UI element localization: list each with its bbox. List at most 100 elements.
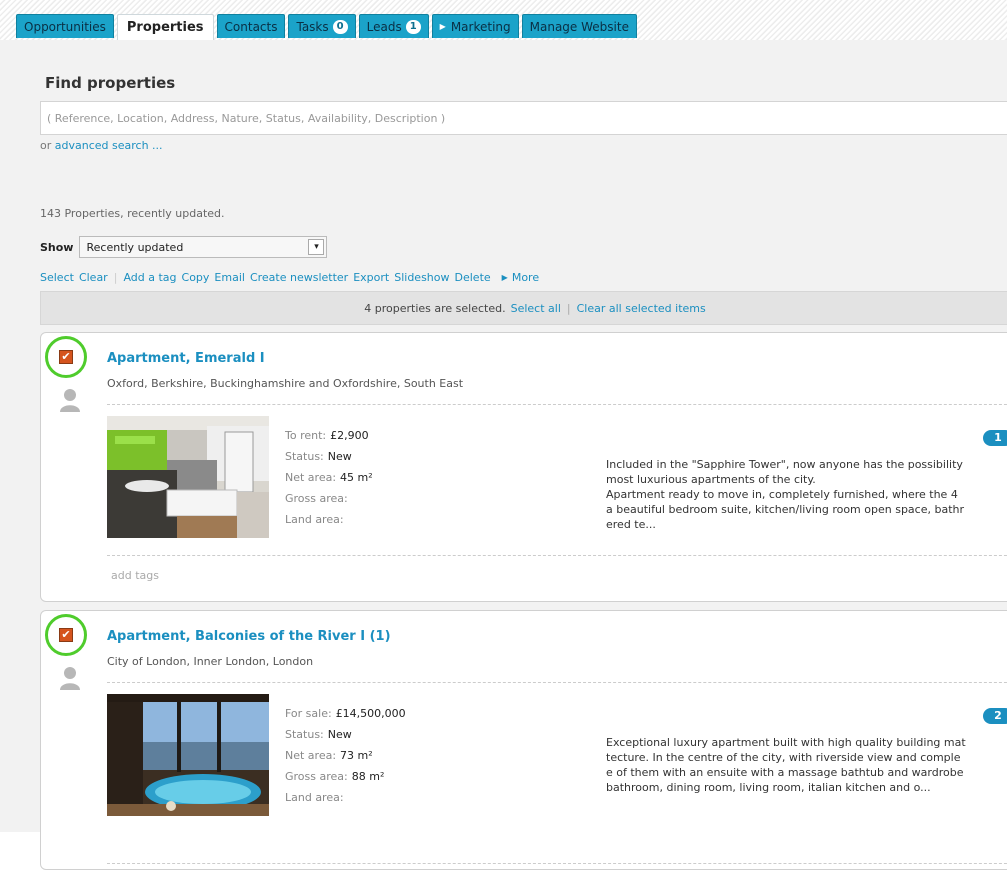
more-arrow-icon: ▶	[501, 273, 508, 282]
gross-area-value: 88 m²	[351, 770, 385, 783]
property-checkbox[interactable]: ✔	[59, 350, 73, 364]
photo-count-badge: 1	[983, 430, 1007, 446]
advanced-search-link[interactable]: advanced search ...	[55, 139, 163, 152]
description-line: Apartment ready to move in, completely f…	[606, 488, 958, 501]
slideshow-button[interactable]: Slideshow	[394, 271, 449, 284]
create-newsletter-button[interactable]: Create newsletter	[250, 271, 348, 284]
selection-count-text: 4 properties are selected.	[364, 301, 506, 315]
clear-button[interactable]: Clear	[79, 271, 108, 284]
property-card: ✔ Apartment, Balconies of the River I (1…	[40, 610, 1007, 870]
dashed-divider	[107, 404, 1007, 405]
sort-select-value: Recently updated	[86, 240, 184, 254]
property-details: To rent: £2,900 Status: New Net area: 45 m²…	[285, 425, 373, 530]
more-button[interactable]: More	[512, 271, 539, 284]
selected-highlight: ✔	[45, 614, 87, 656]
leads-count-badge: 1	[405, 19, 421, 34]
gross-area-label: Gross area:	[285, 770, 348, 783]
status-label: Status:	[285, 450, 324, 463]
tab-properties[interactable]: Properties	[116, 14, 214, 40]
person-icon	[60, 389, 80, 412]
or-text: or	[40, 139, 52, 152]
dashed-divider	[107, 555, 1007, 556]
email-button[interactable]: Email	[214, 271, 245, 284]
land-area-label: Land area:	[285, 791, 344, 804]
results-summary: 143 Properties, recently updated.	[40, 207, 225, 220]
tasks-count-badge: 0	[332, 19, 348, 34]
page-title: Find properties	[45, 74, 176, 92]
net-area-value: 45 m²	[340, 471, 373, 484]
property-card: ✔ Apartment, Emerald I Oxford, Berkshire…	[40, 332, 1007, 602]
properties-panel: Find properties or advanced search ... 1…	[0, 40, 1007, 870]
tab-label: Manage Website	[529, 19, 629, 34]
selection-separator: |	[566, 301, 571, 315]
select-button[interactable]: Select	[40, 271, 74, 284]
description-line: Included in the "Sapphire Tower", now an…	[606, 458, 963, 471]
description-line: bathroom, dining room, living room, ital…	[606, 781, 931, 794]
property-description: Included in the "Sapphire Tower", now an…	[606, 457, 1007, 532]
property-title-link[interactable]: Apartment, Emerald I	[107, 351, 265, 366]
tab-label: Opportunities	[24, 19, 106, 34]
tab-opportunities[interactable]: Opportunities	[16, 14, 114, 38]
description-line: most luxurious apartments of the city.	[606, 473, 816, 486]
property-details: For sale: £14,500,000 Status: New Net area…	[285, 703, 406, 808]
property-checkbox[interactable]: ✔	[59, 628, 73, 642]
sort-select[interactable]: Recently updated ▾	[79, 236, 328, 258]
dropdown-caret-icon[interactable]: ▾	[308, 239, 325, 255]
person-icon	[60, 667, 80, 690]
main-tabs: Opportunities Properties Contacts Tasks 0…	[16, 14, 637, 40]
add-tag-button[interactable]: Add a tag	[123, 271, 176, 284]
dashed-divider	[107, 863, 1007, 864]
bulk-actions-bar: Select Clear | Add a tag Copy Email Crea…	[40, 271, 544, 284]
status-value: New	[327, 728, 352, 741]
status-label: Status:	[285, 728, 324, 741]
price-label: For sale:	[285, 707, 332, 720]
tab-label: Leads	[366, 19, 402, 34]
gross-area-label: Gross area:	[285, 492, 348, 505]
tab-label: Contacts	[224, 19, 278, 34]
tab-leads[interactable]: Leads 1	[358, 14, 429, 38]
delete-button[interactable]: Delete	[455, 271, 491, 284]
action-separator: |	[113, 271, 118, 284]
net-area-label: Net area:	[285, 471, 337, 484]
net-area-label: Net area:	[285, 749, 337, 762]
copy-button[interactable]: Copy	[182, 271, 210, 284]
photo-count-badge: 2	[983, 708, 1007, 724]
description-line: tecture. In the centre of the city, with…	[606, 751, 961, 764]
selection-status-bar: 4 properties are selected. Select all | …	[40, 291, 1007, 325]
property-description: Exceptional luxury apartment built with …	[606, 735, 1007, 795]
land-area-label: Land area:	[285, 513, 344, 526]
tab-label: Marketing	[450, 19, 511, 34]
tab-label: Properties	[126, 20, 204, 35]
description-line: e of them with an ensuite with a massage…	[606, 766, 964, 779]
net-area-value: 73 m²	[340, 749, 373, 762]
tab-contacts[interactable]: Contacts	[216, 14, 286, 38]
dashed-divider	[107, 682, 1007, 683]
property-location: City of London, Inner London, London	[107, 655, 314, 668]
search-input[interactable]	[40, 101, 1007, 135]
advanced-search-line: or advanced search ...	[40, 139, 163, 152]
selected-highlight: ✔	[45, 336, 87, 378]
tab-tasks[interactable]: Tasks 0	[288, 14, 356, 38]
show-row: Show Recently updated ▾	[40, 236, 328, 258]
export-button[interactable]: Export	[353, 271, 389, 284]
top-tab-strip: Opportunities Properties Contacts Tasks 0…	[0, 0, 1007, 40]
pool-view-photo[interactable]	[107, 694, 269, 816]
tab-manage-website[interactable]: Manage Website	[521, 14, 637, 38]
tab-marketing[interactable]: ▶ Marketing	[431, 14, 519, 38]
description-line: Exceptional luxury apartment built with …	[606, 736, 966, 749]
property-title-link[interactable]: Apartment, Balconies of the River I (1)	[107, 629, 391, 644]
tab-label: Tasks	[296, 19, 329, 34]
price-value: £2,900	[330, 429, 369, 442]
add-tags-link[interactable]: add tags	[111, 569, 159, 582]
play-arrow-icon: ▶	[439, 22, 446, 31]
price-label: To rent:	[285, 429, 327, 442]
status-value: New	[327, 450, 352, 463]
property-location: Oxford, Berkshire, Buckinghamshire and O…	[107, 377, 464, 390]
description-line: ered te...	[606, 518, 656, 531]
kitchen-photo[interactable]	[107, 416, 269, 538]
description-line: a beautiful bedroom suite, kitchen/livin…	[606, 503, 965, 516]
show-label: Show	[40, 240, 74, 254]
price-value: £14,500,000	[335, 707, 406, 720]
clear-all-selected-link[interactable]: Clear all selected items	[577, 302, 706, 315]
select-all-link[interactable]: Select all	[511, 302, 561, 315]
